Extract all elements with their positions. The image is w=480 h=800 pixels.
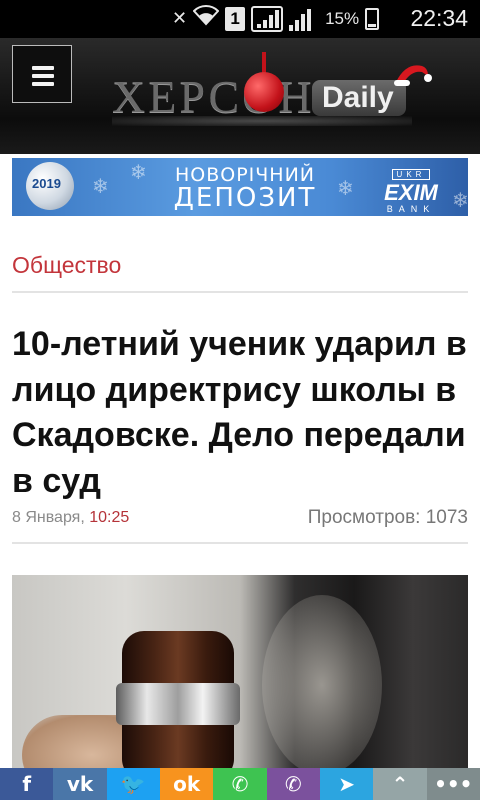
more-icon: ••• <box>434 772 473 796</box>
signal-icon <box>289 7 315 31</box>
article-image <box>12 575 468 770</box>
divider <box>12 291 468 293</box>
site-header: ХЕРСОН Daily <box>0 38 480 154</box>
status-bar: ✕ 1 15% 22:34 <box>0 0 480 38</box>
facebook-share-button[interactable]: f <box>0 768 54 800</box>
article-date-text: 8 Января, <box>12 509 85 526</box>
banner-title: НОВОРІЧНИЙ ДЕПОЗИТ <box>160 164 330 213</box>
whatsapp-share-button[interactable]: ✆ <box>213 768 267 800</box>
article-date: 8 Января, 10:25 <box>12 509 129 527</box>
wifi-icon <box>192 4 220 34</box>
status-icons: ✕ 1 15% <box>172 4 380 34</box>
santa-hat-icon <box>394 65 432 86</box>
whatsapp-icon: ✆ <box>231 772 249 796</box>
banner-year: 2019 <box>32 176 61 191</box>
banner-title-line2: ДЕПОЗИТ <box>173 183 317 213</box>
telegram-share-button[interactable]: ➤ <box>319 768 374 800</box>
article-time: 10:25 <box>89 509 130 526</box>
bank-logo: UKR EXIM BANK <box>372 164 450 214</box>
odnoklassniki-share-button[interactable]: ok <box>159 768 214 800</box>
hamburger-icon <box>32 66 54 70</box>
facebook-icon: f <box>22 772 32 796</box>
viber-share-button[interactable]: ✆ <box>266 768 320 800</box>
bank-logo-top: UKR <box>391 169 431 180</box>
hamburger-icon-bar <box>32 82 54 86</box>
site-logo[interactable]: ХЕРСОН Daily <box>112 52 432 122</box>
bank-logo-bottom: BANK <box>386 204 436 214</box>
christmas-ornament-icon <box>244 72 284 112</box>
ornament-ribbon <box>262 52 266 74</box>
banner-ad[interactable]: ❄ ❄ ❄ ❄ 2019 НОВОРІЧНИЙ ДЕПОЗИТ UKR EXIM… <box>12 158 468 216</box>
status-time: 22:34 <box>410 5 468 31</box>
odnoklassniki-icon: ok <box>173 772 201 796</box>
menu-button[interactable] <box>12 45 72 103</box>
scroll-up-button[interactable]: ⌃ <box>373 768 427 800</box>
sim-icon: 1 <box>225 7 246 31</box>
signal-icon <box>251 6 284 32</box>
twitter-share-button[interactable]: 🐦 <box>106 768 160 800</box>
logo-glow <box>112 116 412 126</box>
vk-icon: vk <box>66 772 94 796</box>
snowflake-icon: ❄ <box>337 176 354 200</box>
image-blur <box>262 595 382 770</box>
share-bar: f vk 🐦 ok ✆ ✆ ➤ ⌃ ••• <box>0 768 480 800</box>
twitter-icon: 🐦 <box>120 772 146 796</box>
gavel-band <box>116 683 240 725</box>
snowflake-icon: ❄ <box>92 174 109 198</box>
hamburger-icon-bar <box>32 74 54 78</box>
article-views: Просмотров: 1073 <box>307 507 468 528</box>
chevron-up-icon: ⌃ <box>391 772 409 796</box>
battery-icon <box>365 8 380 30</box>
snowflake-icon: ❄ <box>452 188 468 212</box>
snowflake-icon: ❄ <box>130 160 147 184</box>
battery-percent: 15% <box>325 9 360 28</box>
article-category[interactable]: Общество <box>12 252 121 279</box>
mute-vibrate-icon: ✕ <box>172 8 188 29</box>
article-title: 10-летний ученик ударил в лицо директрис… <box>12 325 467 500</box>
vk-share-button[interactable]: vk <box>53 768 107 800</box>
viber-icon: ✆ <box>284 772 302 796</box>
bank-logo-main: EXIM <box>384 180 438 205</box>
divider <box>12 542 468 544</box>
more-share-button[interactable]: ••• <box>426 768 480 800</box>
telegram-icon: ➤ <box>338 772 356 796</box>
